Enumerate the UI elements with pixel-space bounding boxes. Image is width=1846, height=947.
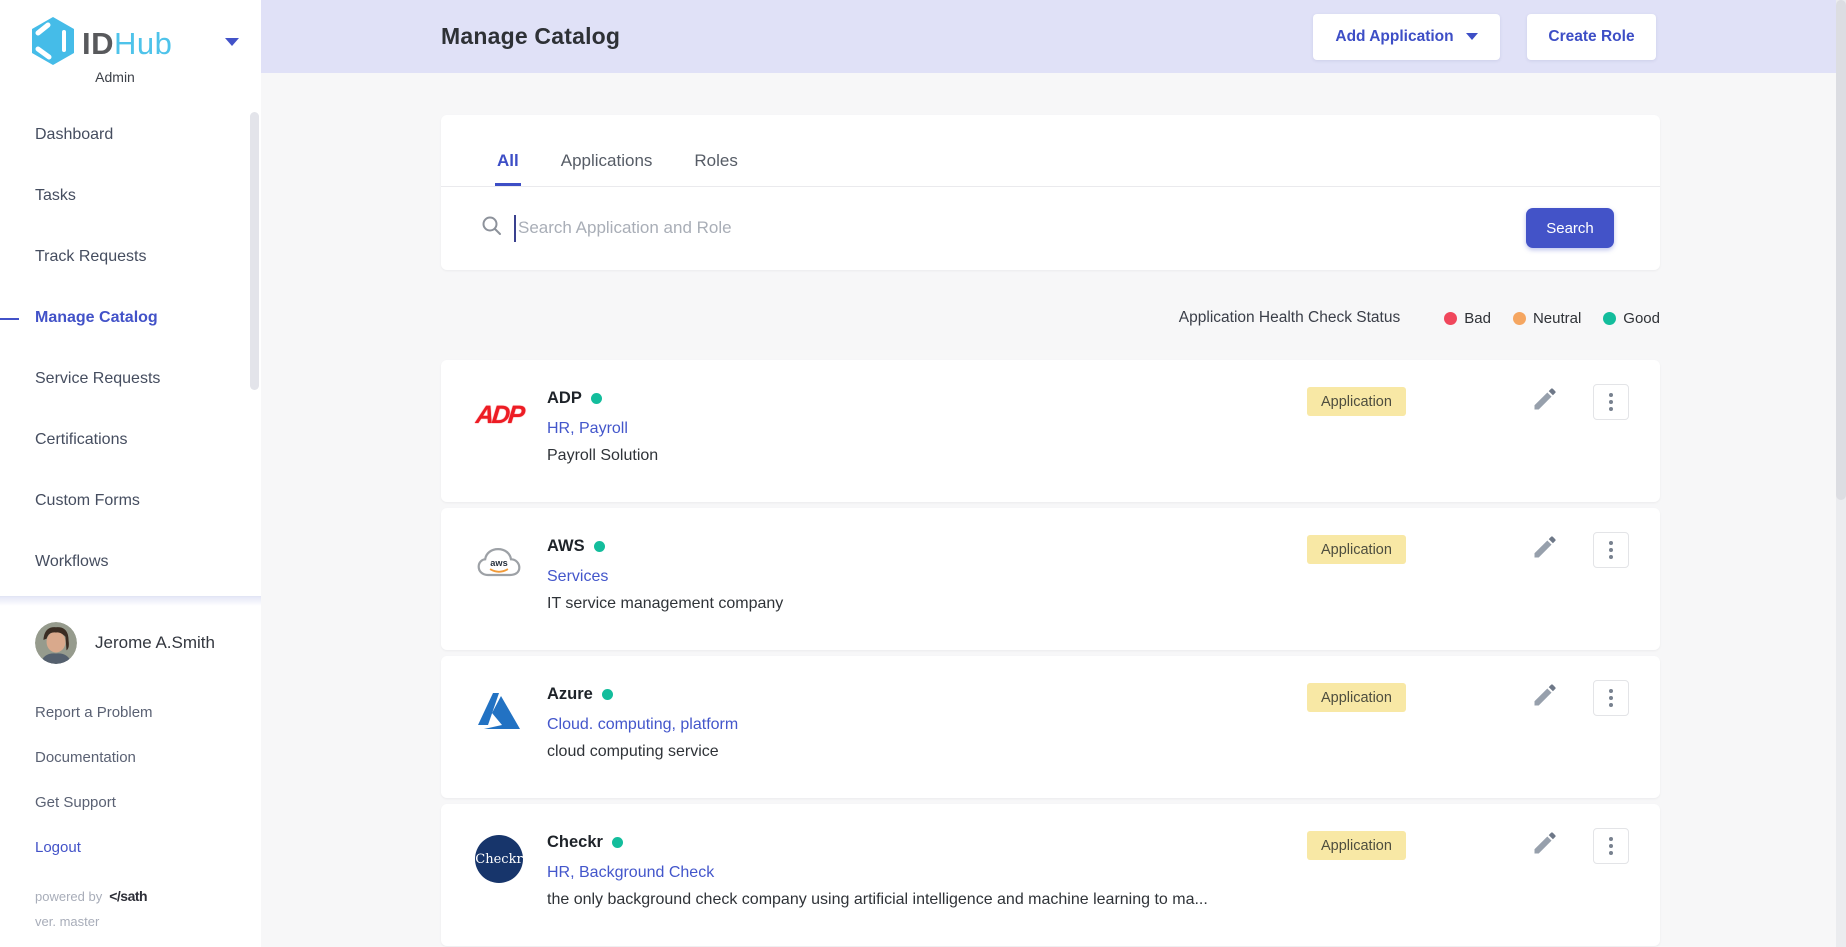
legend-item-bad: Bad xyxy=(1444,310,1491,327)
text-cursor xyxy=(514,215,516,242)
app-category-link[interactable]: Cloud. computing, platform xyxy=(547,716,738,734)
avatar xyxy=(35,622,77,664)
sidebar-links: Report a Problem Documentation Get Suppo… xyxy=(0,690,261,870)
legend-item-good: Good xyxy=(1603,310,1660,327)
logout-link[interactable]: Logout xyxy=(0,825,261,870)
sidebar: IDHub Admin Dashboard Tasks Track Reques… xyxy=(0,0,261,947)
search-icon xyxy=(481,215,502,241)
row-menu-button[interactable] xyxy=(1593,384,1629,420)
add-application-button[interactable]: Add Application xyxy=(1313,14,1500,60)
sidebar-item-workflows[interactable]: Workflows xyxy=(0,531,261,592)
app-info: Checkr HR, Background Check the only bac… xyxy=(547,833,1208,946)
neutral-status-dot-icon xyxy=(1513,312,1526,325)
brand-dropdown-caret-icon[interactable] xyxy=(225,38,239,46)
health-legend-label: Application Health Check Status xyxy=(1179,309,1400,327)
version-label: ver. master xyxy=(0,904,261,929)
tab-applications[interactable]: Applications xyxy=(559,151,655,186)
search-bar: Search xyxy=(441,187,1660,269)
user-name: Jerome A.Smith xyxy=(95,633,215,653)
tab-all[interactable]: All xyxy=(495,151,521,186)
page-title: Manage Catalog xyxy=(441,23,620,50)
sidebar-divider xyxy=(0,596,261,606)
app-info: Azure Cloud. computing, platform cloud c… xyxy=(547,685,738,798)
app-category-link[interactable]: HR, Payroll xyxy=(547,420,658,438)
health-status-dot-icon xyxy=(594,541,605,552)
catalog-row-azure: Azure Cloud. computing, platform cloud c… xyxy=(441,656,1660,798)
powered-by: powered by </sath xyxy=(0,870,261,904)
content-column: All Applications Roles Search xyxy=(261,73,1846,946)
chevron-down-icon xyxy=(1466,33,1478,40)
tabs: All Applications Roles xyxy=(441,115,1660,187)
svg-text:aws: aws xyxy=(490,558,507,568)
sidebar-scrollbar[interactable] xyxy=(250,112,259,390)
user-profile[interactable]: Jerome A.Smith xyxy=(0,606,261,664)
app-info: AWS Services IT service management compa… xyxy=(547,537,783,650)
azure-logo xyxy=(475,687,523,735)
brand-block: IDHub Admin xyxy=(0,0,261,88)
edit-button[interactable] xyxy=(1529,680,1561,712)
catalog-row-checkr: Checkr Checkr HR, Background Check the o… xyxy=(441,804,1660,946)
row-menu-button[interactable] xyxy=(1593,680,1629,716)
sidebar-item-custom-forms[interactable]: Custom Forms xyxy=(0,470,261,531)
main-area: Manage Catalog Add Application Create Ro… xyxy=(261,0,1846,947)
app-description: IT service management company xyxy=(547,595,783,613)
sath-logo: </sath xyxy=(109,888,147,904)
brand-subtitle: Admin xyxy=(80,69,150,85)
tab-roles[interactable]: Roles xyxy=(692,151,739,186)
health-status-dot-icon xyxy=(602,689,613,700)
row-menu-button[interactable] xyxy=(1593,532,1629,568)
search-button[interactable]: Search xyxy=(1526,208,1614,248)
health-status-dot-icon xyxy=(612,837,623,848)
sidebar-item-track-requests[interactable]: Track Requests xyxy=(0,226,261,287)
app-description: the only background check company using … xyxy=(547,891,1208,909)
adp-logo: ADP xyxy=(475,391,523,439)
edit-button[interactable] xyxy=(1529,532,1561,564)
application-type-badge: Application xyxy=(1307,387,1406,416)
edit-button[interactable] xyxy=(1529,828,1561,860)
page-scrollbar-track[interactable] xyxy=(1836,0,1846,947)
app-name: AWS xyxy=(547,537,585,556)
app-name: Azure xyxy=(547,685,593,704)
page-scrollbar-thumb[interactable] xyxy=(1836,0,1846,500)
idhub-hexagon-logo-icon xyxy=(30,16,76,71)
search-input[interactable] xyxy=(518,218,1526,238)
brand-wordmark: IDHub xyxy=(82,26,172,62)
checkr-logo: Checkr xyxy=(475,835,523,883)
application-type-badge: Application xyxy=(1307,683,1406,712)
app-description: cloud computing service xyxy=(547,743,738,761)
bad-status-dot-icon xyxy=(1444,312,1457,325)
sidebar-nav: Dashboard Tasks Track Requests Manage Ca… xyxy=(0,104,261,592)
app-info: ADP HR, Payroll Payroll Solution xyxy=(547,389,658,502)
sidebar-item-tasks[interactable]: Tasks xyxy=(0,165,261,226)
documentation-link[interactable]: Documentation xyxy=(0,735,261,780)
get-support-link[interactable]: Get Support xyxy=(0,780,261,825)
page-header: Manage Catalog Add Application Create Ro… xyxy=(261,0,1846,73)
app-category-link[interactable]: HR, Background Check xyxy=(547,864,1208,882)
application-type-badge: Application xyxy=(1307,535,1406,564)
aws-logo: aws xyxy=(475,539,523,587)
create-role-button[interactable]: Create Role xyxy=(1527,14,1656,60)
active-item-dash xyxy=(0,318,19,320)
sidebar-item-service-requests[interactable]: Service Requests xyxy=(0,348,261,409)
report-a-problem-link[interactable]: Report a Problem xyxy=(0,690,261,735)
app-category-link[interactable]: Services xyxy=(547,568,783,586)
application-type-badge: Application xyxy=(1307,831,1406,860)
app-name: ADP xyxy=(547,389,582,408)
sidebar-item-certifications[interactable]: Certifications xyxy=(0,409,261,470)
app-name: Checkr xyxy=(547,833,603,852)
catalog-row-aws: aws AWS Services IT service management c… xyxy=(441,508,1660,650)
legend-item-neutral: Neutral xyxy=(1513,310,1581,327)
health-status-dot-icon xyxy=(591,393,602,404)
row-menu-button[interactable] xyxy=(1593,828,1629,864)
edit-button[interactable] xyxy=(1529,384,1561,416)
catalog-row-adp: ADP ADP HR, Payroll Payroll Solution App… xyxy=(441,360,1660,502)
sidebar-item-manage-catalog[interactable]: Manage Catalog xyxy=(0,287,261,348)
search-card: All Applications Roles Search xyxy=(441,115,1660,270)
app-screen: IDHub Admin Dashboard Tasks Track Reques… xyxy=(0,0,1846,947)
app-description: Payroll Solution xyxy=(547,447,658,465)
good-status-dot-icon xyxy=(1603,312,1616,325)
health-legend: Application Health Check Status Bad Neut… xyxy=(441,306,1660,330)
sidebar-item-dashboard[interactable]: Dashboard xyxy=(0,104,261,165)
